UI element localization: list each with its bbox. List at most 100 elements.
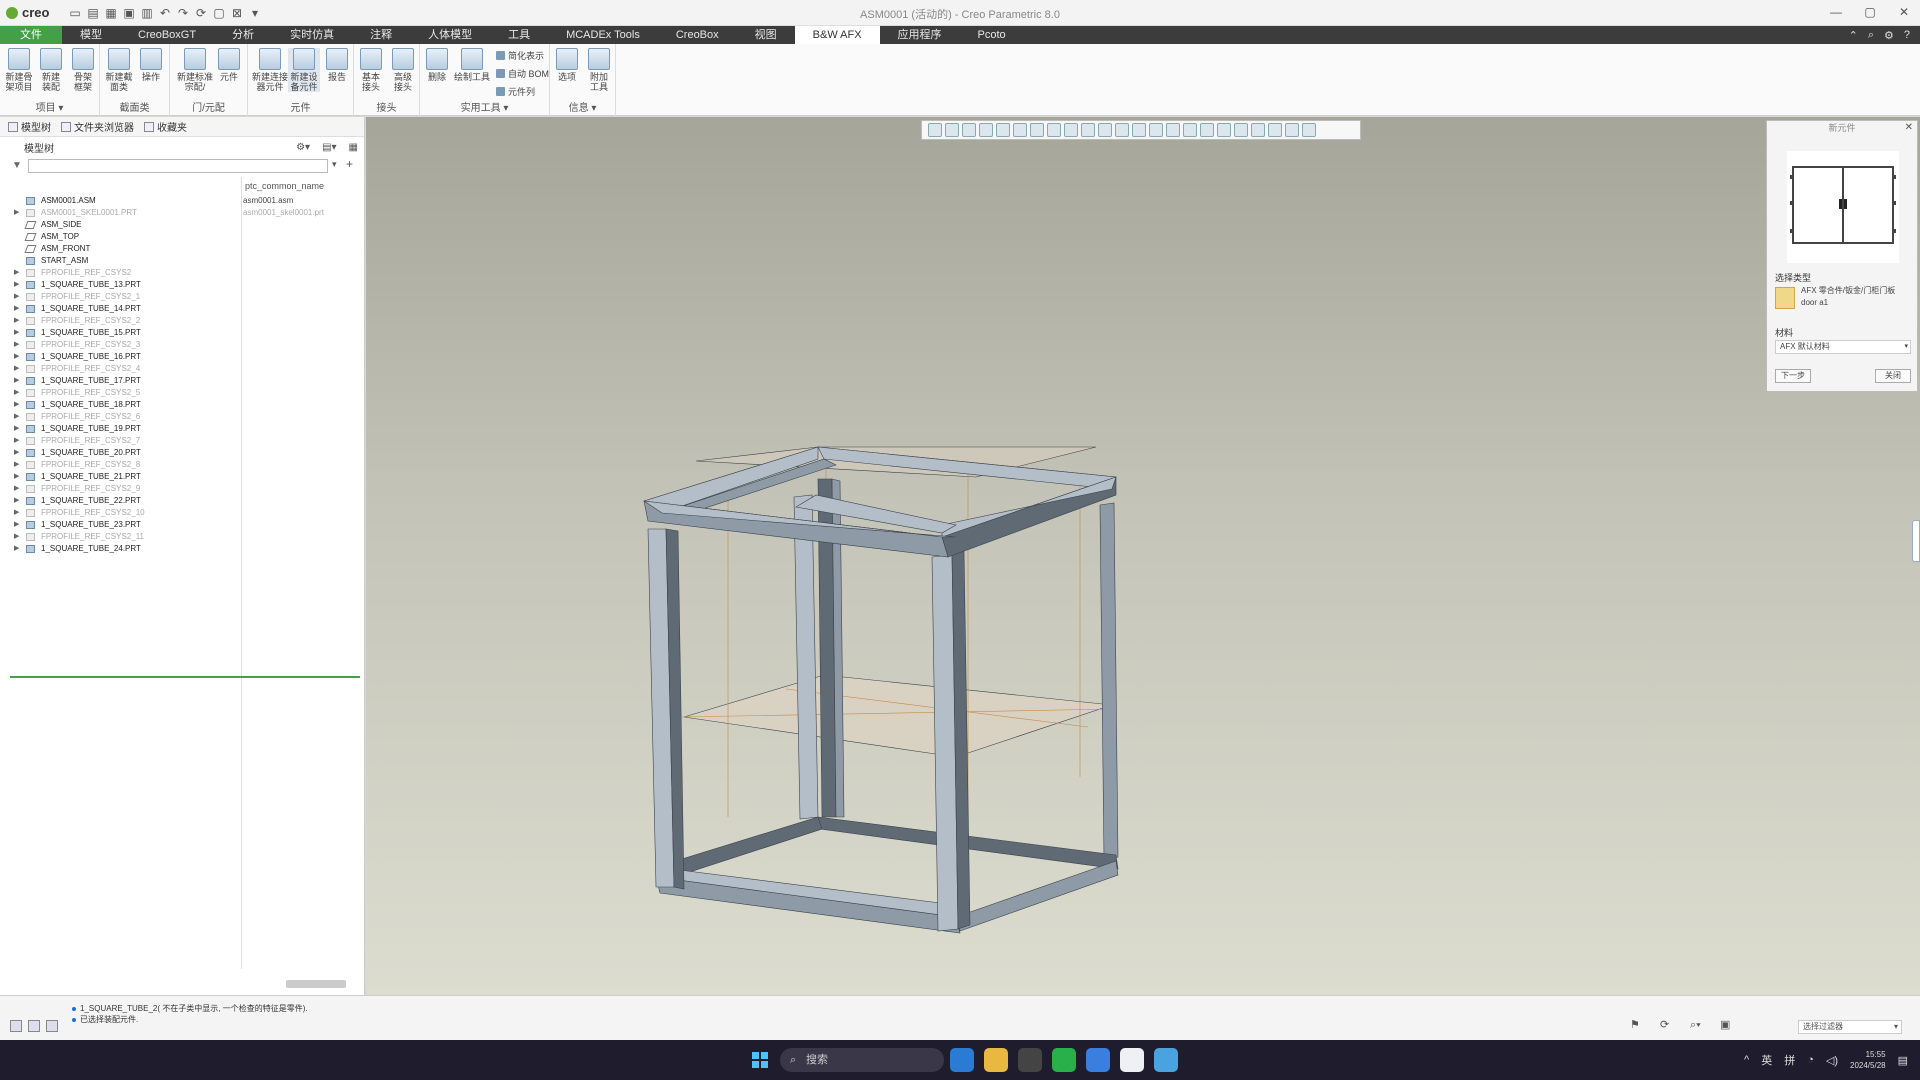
tab-view[interactable]: 视图	[737, 26, 795, 44]
expand-arrow-icon[interactable]: ▶	[14, 315, 19, 327]
expand-arrow-icon[interactable]: ▶	[14, 267, 19, 279]
back-right-post[interactable]	[1099, 502, 1119, 860]
expand-arrow-icon[interactable]: ▶	[14, 471, 19, 483]
tree-row[interactable]: ▶ 1_SQUARE_TUBE_23.PRT	[0, 519, 360, 531]
tab-creobox[interactable]: CreoBox	[658, 26, 737, 44]
tree-row[interactable]: ▶ 1_SQUARE_TUBE_18.PRT	[0, 399, 360, 411]
new-standard-assembly-button[interactable]: 新建标准 宗配/	[176, 48, 214, 92]
taskbar-search[interactable]: ⌕ 搜索	[780, 1048, 944, 1072]
scrollbar-thumb[interactable]	[286, 980, 346, 988]
file-explorer-icon[interactable]	[984, 1048, 1008, 1072]
tree-row[interactable]: ASM0001.ASM asm0001.asm	[0, 195, 360, 207]
tab-applications[interactable]: 应用程序	[880, 26, 960, 44]
tree-settings-icon[interactable]: ⚙▾	[296, 142, 310, 153]
selected-items-icon[interactable]: ▣	[1720, 1018, 1734, 1032]
expand-arrow-icon[interactable]: ▶	[14, 339, 19, 351]
tree-row[interactable]: ▶ FPROFILE_REF_CSYS2_7	[0, 435, 360, 447]
tree-row[interactable]: ▶ 1_SQUARE_TUBE_22.PRT	[0, 495, 360, 507]
view-tool-icon[interactable]	[1234, 123, 1248, 137]
tree-row[interactable]: ASM_TOP	[0, 231, 360, 243]
expand-arrow-icon[interactable]: ▶	[14, 327, 19, 339]
square-tube-frame-model[interactable]	[366, 117, 1920, 995]
annotation-display-icon[interactable]	[1064, 123, 1078, 137]
tree-row[interactable]: ▶ FPROFILE_REF_CSYS2_1	[0, 291, 360, 303]
datum-display-icon[interactable]	[1047, 123, 1061, 137]
expand-arrow-icon[interactable]: ▶	[14, 399, 19, 411]
new-device-component-button[interactable]: 新建设 备元件	[288, 48, 320, 92]
tree-row[interactable]: START_ASM	[0, 255, 360, 267]
search-icon[interactable]: ⌕	[1868, 29, 1874, 42]
side-panel-handle[interactable]	[1912, 520, 1920, 562]
maximize-button[interactable]: ▢	[1860, 2, 1880, 22]
settings-icon[interactable]: ⚙	[1884, 29, 1894, 42]
tree-row[interactable]: ▶ FPROFILE_REF_CSYS2_2	[0, 315, 360, 327]
material-select[interactable]: AFX 默认材料 ▾	[1775, 340, 1911, 354]
type-selection[interactable]: AFX 零合件/钣金/门柜门板 door a1	[1775, 285, 1911, 313]
tab-mcadex-tools[interactable]: MCADEx Tools	[548, 26, 658, 44]
view-tool-icon[interactable]	[1149, 123, 1163, 137]
orientation-icon[interactable]	[996, 123, 1010, 137]
tab-file[interactable]: 文件	[0, 26, 62, 44]
mid-left-post[interactable]	[793, 494, 819, 820]
regenerate-status-icon[interactable]: ⟳	[1660, 1018, 1674, 1032]
ime-mode-indicator[interactable]: 拼	[1784, 1052, 1795, 1068]
operation-button[interactable]: 操作	[136, 48, 166, 82]
tab-model[interactable]: 模型	[62, 26, 120, 44]
view-tool-icon[interactable]	[1285, 123, 1299, 137]
find-icon[interactable]: ⌕▾	[1690, 1018, 1704, 1032]
tree-row[interactable]: ▶ 1_SQUARE_TUBE_20.PRT	[0, 447, 360, 459]
notepad-icon[interactable]	[1120, 1048, 1144, 1072]
tree-row[interactable]: ▶ 1_SQUARE_TUBE_14.PRT	[0, 303, 360, 315]
help-icon[interactable]: ?	[1904, 29, 1910, 41]
group-label-info[interactable]: 信息 ▾	[550, 99, 615, 114]
tree-show-icon[interactable]: ▤▾	[322, 142, 336, 153]
tree-row[interactable]: ▶ FPROFILE_REF_CSYS2_5	[0, 387, 360, 399]
tab-bw-afx[interactable]: B&W AFX	[794, 26, 880, 44]
undo-icon[interactable]: ↶	[158, 6, 172, 20]
notification-icon[interactable]: ▤	[1898, 1054, 1908, 1067]
tree-row[interactable]: ▶ FPROFILE_REF_CSYS2_10	[0, 507, 360, 519]
vst-app-icon[interactable]	[1018, 1048, 1042, 1072]
remote-app-icon[interactable]	[1154, 1048, 1178, 1072]
toggle-navigator-icon[interactable]	[10, 1020, 22, 1032]
tree-insert-indicator[interactable]	[10, 676, 360, 678]
view-tool-icon[interactable]	[1200, 123, 1214, 137]
expand-arrow-icon[interactable]: ▶	[14, 351, 19, 363]
expand-arrow-icon[interactable]: ▶	[14, 519, 19, 531]
expand-arrow-icon[interactable]: ▶	[14, 207, 19, 219]
expand-arrow-icon[interactable]: ▶	[14, 447, 19, 459]
nav-tab-folder-browser[interactable]: 文件夹浏览器	[61, 119, 134, 134]
tab-creoboxgt[interactable]: CreoBoxGT	[120, 26, 214, 44]
redo-icon[interactable]: ↷	[176, 6, 190, 20]
simplified-rep-item[interactable]: 简化表示	[496, 49, 544, 62]
zoom-in-icon[interactable]	[945, 123, 959, 137]
advanced-joint-button[interactable]: 高级 接头	[388, 48, 418, 92]
tab-manikin[interactable]: 人体模型	[410, 26, 490, 44]
view-tool-icon[interactable]	[1251, 123, 1265, 137]
selection-filter-select[interactable]: 选择过滤器 ▾	[1798, 1020, 1902, 1034]
tree-row[interactable]: ASM_SIDE	[0, 219, 360, 231]
tab-pcoto[interactable]: Pcoto	[960, 26, 1024, 44]
report-button[interactable]: 报告	[322, 48, 352, 82]
regenerate-icon[interactable]: ⟳	[194, 6, 208, 20]
zoom-out-icon[interactable]	[962, 123, 976, 137]
view-manager-icon[interactable]	[1013, 123, 1027, 137]
tree-row[interactable]: ▶ FPROFILE_REF_CSYS2_11	[0, 531, 360, 543]
tree-row[interactable]: ▶ 1_SQUARE_TUBE_19.PRT	[0, 423, 360, 435]
tree-row[interactable]: ASM_FRONT	[0, 243, 360, 255]
start-button[interactable]	[752, 1052, 768, 1068]
edge-icon[interactable]	[950, 1048, 974, 1072]
new-icon[interactable]: ▭	[68, 6, 82, 20]
tree-row[interactable]: ▶ 1_SQUARE_TUBE_24.PRT	[0, 543, 360, 555]
new-connector-component-button[interactable]: 新建连接 器元件	[252, 48, 288, 92]
tree-row[interactable]: ▶ FPROFILE_REF_CSYS2_6	[0, 411, 360, 423]
expand-arrow-icon[interactable]: ▶	[14, 411, 19, 423]
tree-horizontal-scrollbar[interactable]	[4, 979, 360, 989]
graphics-viewport[interactable]	[366, 117, 1920, 995]
draw-tools-button[interactable]: 绘制工具	[454, 48, 490, 82]
minimize-button[interactable]: —	[1826, 2, 1846, 22]
tab-live-simulation[interactable]: 实时仿真	[272, 26, 352, 44]
tree-row[interactable]: ▶ 1_SQUARE_TUBE_17.PRT	[0, 375, 360, 387]
tree-search-input[interactable]	[28, 159, 328, 173]
refit-icon[interactable]	[928, 123, 942, 137]
